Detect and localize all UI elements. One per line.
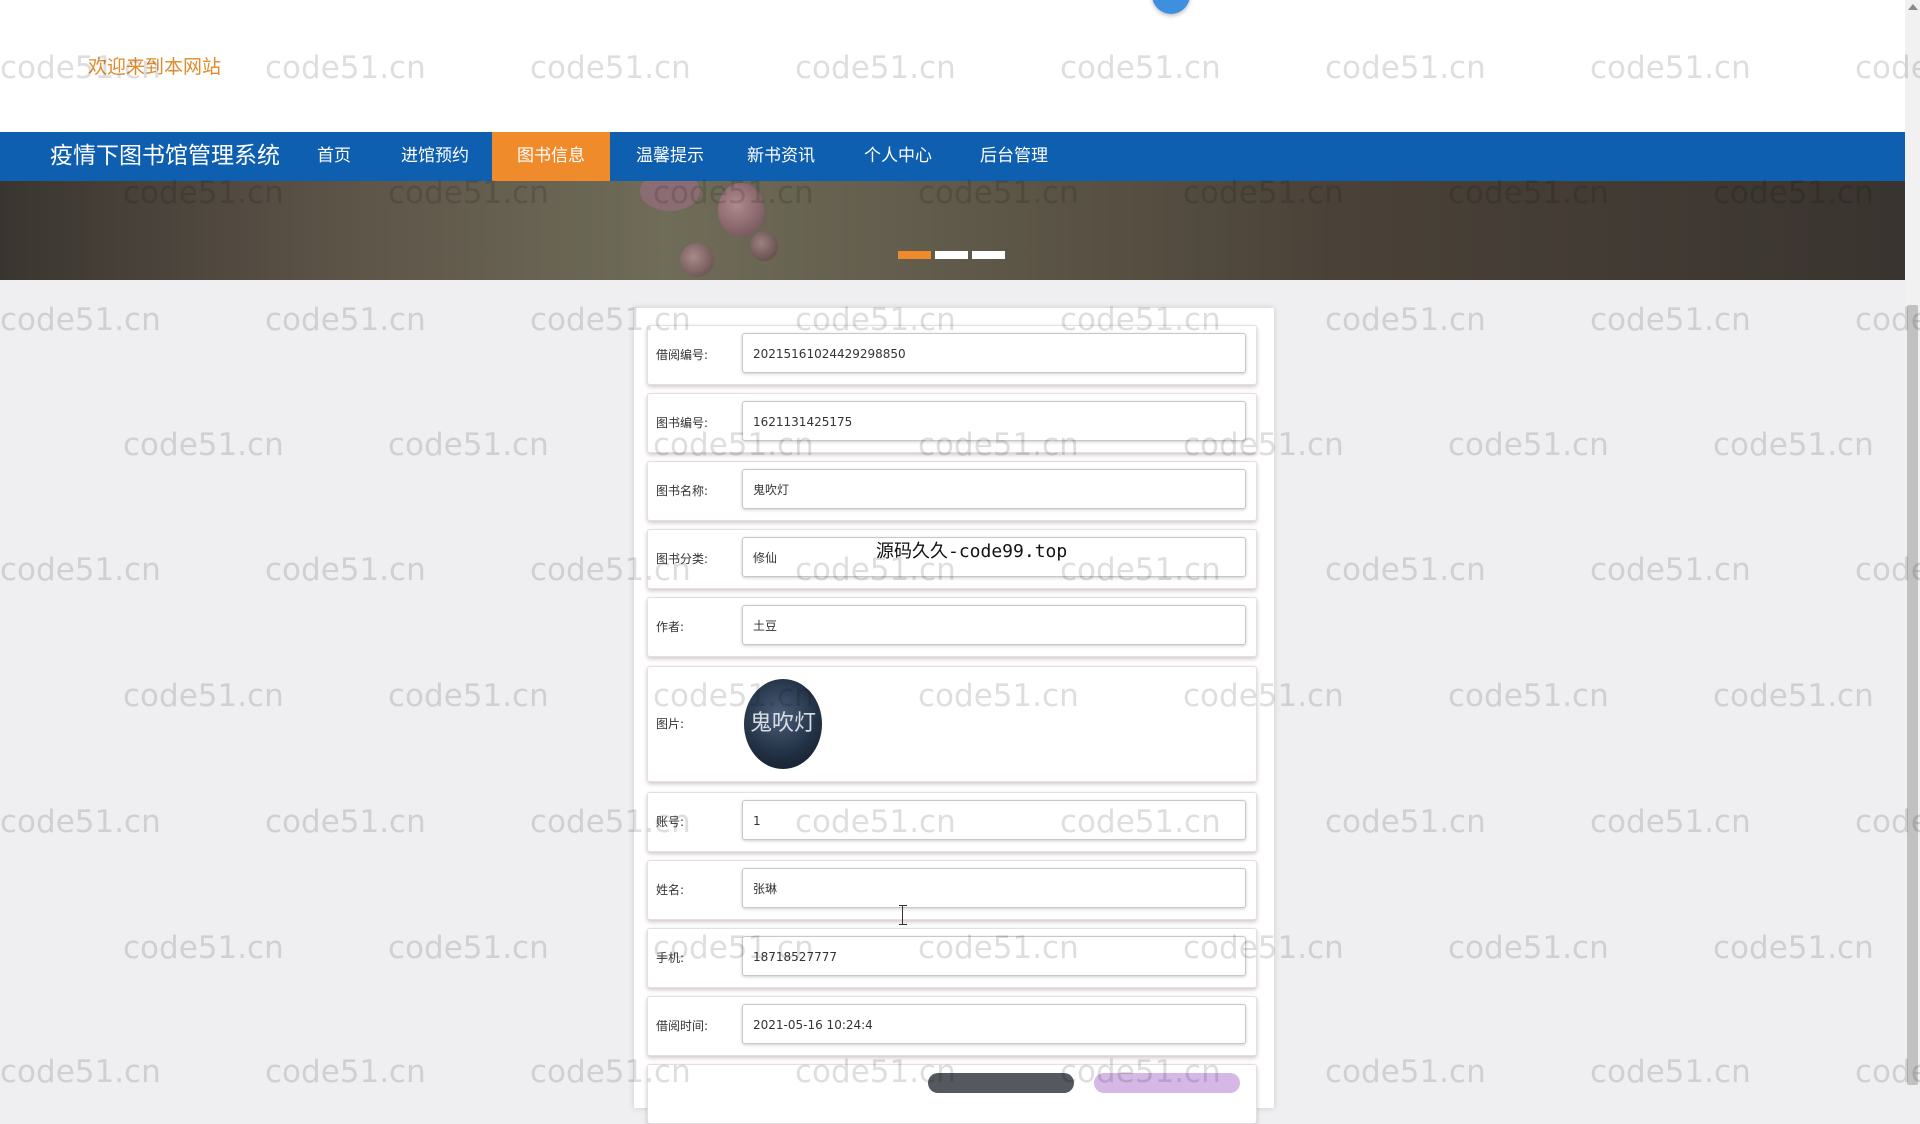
author-field[interactable]: 土豆	[742, 605, 1246, 645]
borrow-time-field[interactable]: 2021-05-16 10:24:4	[742, 1004, 1246, 1044]
watermark-text: code51.cn	[265, 1054, 426, 1090]
watermark-text: code51.cn	[388, 427, 549, 463]
watermark-text: code51.cn	[1448, 427, 1609, 463]
author-label: 作者:	[656, 620, 685, 634]
watermark-text: code51.cn	[1590, 552, 1751, 588]
page-scrollbar[interactable]	[1905, 0, 1920, 1085]
action-button-secondary[interactable]	[1094, 1073, 1240, 1093]
carousel-dot[interactable]	[898, 251, 931, 259]
watermark-text: code51.cn	[0, 552, 161, 588]
top-header: 欢迎来到本网站	[0, 0, 1905, 132]
text-cursor-icon	[899, 905, 911, 925]
nav-item-tips[interactable]: 温馨提示	[626, 132, 714, 181]
watermark-text: code51.cn	[1325, 302, 1486, 338]
form-row-name: 姓名: 张琳	[647, 860, 1257, 920]
form-row-author: 作者: 土豆	[647, 597, 1257, 657]
book-cover-image[interactable]: 鬼吹灯	[744, 679, 822, 769]
nav-item-personal-center[interactable]: 个人中心	[856, 132, 940, 181]
watermark-text: code51.cn	[265, 804, 426, 840]
form-row-account: 账号: 1	[647, 792, 1257, 852]
nav-item-admin[interactable]: 后台管理	[972, 132, 1056, 181]
watermark-text: code51.cn	[388, 930, 549, 966]
banner-flower-image	[640, 181, 700, 211]
action-button-primary[interactable]	[928, 1073, 1074, 1093]
watermark-text: code51.cn	[123, 930, 284, 966]
name-label: 姓名:	[656, 883, 685, 897]
watermark-text: code51.cn	[123, 678, 284, 714]
nav-item-reservation[interactable]: 进馆预约	[392, 132, 478, 181]
form-row-borrow-id: 借阅编号: 20215161024429298850	[647, 325, 1257, 385]
borrow-id-field[interactable]: 20215161024429298850	[742, 333, 1246, 373]
account-field[interactable]: 1	[742, 800, 1246, 840]
floating-circle-icon[interactable]	[1152, 0, 1190, 14]
watermark-text: code51.cn	[1448, 678, 1609, 714]
watermark-text: code51.cn	[0, 804, 161, 840]
scrollbar-thumb[interactable]	[1907, 305, 1918, 1085]
form-row-book-name: 图书名称: 鬼吹灯	[647, 461, 1257, 521]
scroll-up-icon[interactable]	[1908, 4, 1918, 10]
watermark-text: code51.cn	[388, 678, 549, 714]
watermark-text: code51.cn	[1590, 1054, 1751, 1090]
watermark-text: code51.cn	[1325, 804, 1486, 840]
watermark-text: code51.cn	[0, 302, 161, 338]
phone-label: 手机:	[656, 951, 685, 965]
borrow-detail-form: 借阅编号: 20215161024429298850 图书编号: 1621131…	[634, 308, 1274, 1124]
image-label: 图片:	[656, 717, 685, 731]
watermark-text: code51.cn	[1713, 930, 1874, 966]
main-navbar: 疫情下图书馆管理系统 首页 进馆预约 图书信息 温馨提示 新书资讯 个人中心 后…	[0, 132, 1905, 181]
book-category-label: 图书分类:	[656, 552, 709, 566]
nav-item-book-info[interactable]: 图书信息	[492, 132, 610, 181]
name-field[interactable]: 张琳	[742, 868, 1246, 908]
watermark-text: code51.cn	[123, 427, 284, 463]
nav-item-home[interactable]: 首页	[304, 132, 364, 181]
phone-field[interactable]: 18718527777	[742, 936, 1246, 976]
watermark-text: code51.cn	[1325, 1054, 1486, 1090]
book-name-field[interactable]: 鬼吹灯	[742, 469, 1246, 509]
form-row-book-id: 图书编号: 1621131425175	[647, 393, 1257, 453]
book-id-field[interactable]: 1621131425175	[742, 401, 1246, 441]
watermark-text: code51.cn	[0, 1054, 161, 1090]
book-id-label: 图书编号:	[656, 416, 709, 430]
watermark-text: code51.cn	[1713, 678, 1874, 714]
book-name-label: 图书名称:	[656, 484, 709, 498]
banner-flower-image	[718, 183, 764, 237]
borrow-id-label: 借阅编号:	[656, 348, 709, 362]
carousel-dot[interactable]	[935, 251, 968, 259]
watermark-text: code51.cn	[1590, 302, 1751, 338]
watermark-text: code51.cn	[1325, 552, 1486, 588]
form-row-image: 图片: 鬼吹灯	[647, 666, 1257, 782]
overlay-watermark-text: 源码久久-code99.top	[876, 541, 1068, 562]
banner-flower-image	[680, 243, 714, 277]
watermark-text: code51.cn	[265, 302, 426, 338]
watermark-text: code51.cn	[1590, 804, 1751, 840]
nav-item-new-books[interactable]: 新书资讯	[740, 132, 822, 181]
site-title[interactable]: 疫情下图书馆管理系统	[50, 132, 280, 181]
watermark-text: code51.cn	[1713, 427, 1874, 463]
form-row-borrow-time: 借阅时间: 2021-05-16 10:24:4	[647, 996, 1257, 1056]
watermark-text: code51.cn	[265, 552, 426, 588]
banner-carousel[interactable]	[0, 181, 1905, 280]
carousel-dot[interactable]	[972, 251, 1005, 259]
banner-flower-image	[750, 231, 778, 261]
borrow-time-label: 借阅时间:	[656, 1019, 709, 1033]
watermark-text: code51.cn	[1448, 930, 1609, 966]
carousel-indicators	[898, 251, 1005, 259]
form-row-phone: 手机: 18718527777	[647, 928, 1257, 988]
account-label: 账号:	[656, 815, 685, 829]
welcome-text: 欢迎来到本网站	[88, 56, 222, 78]
